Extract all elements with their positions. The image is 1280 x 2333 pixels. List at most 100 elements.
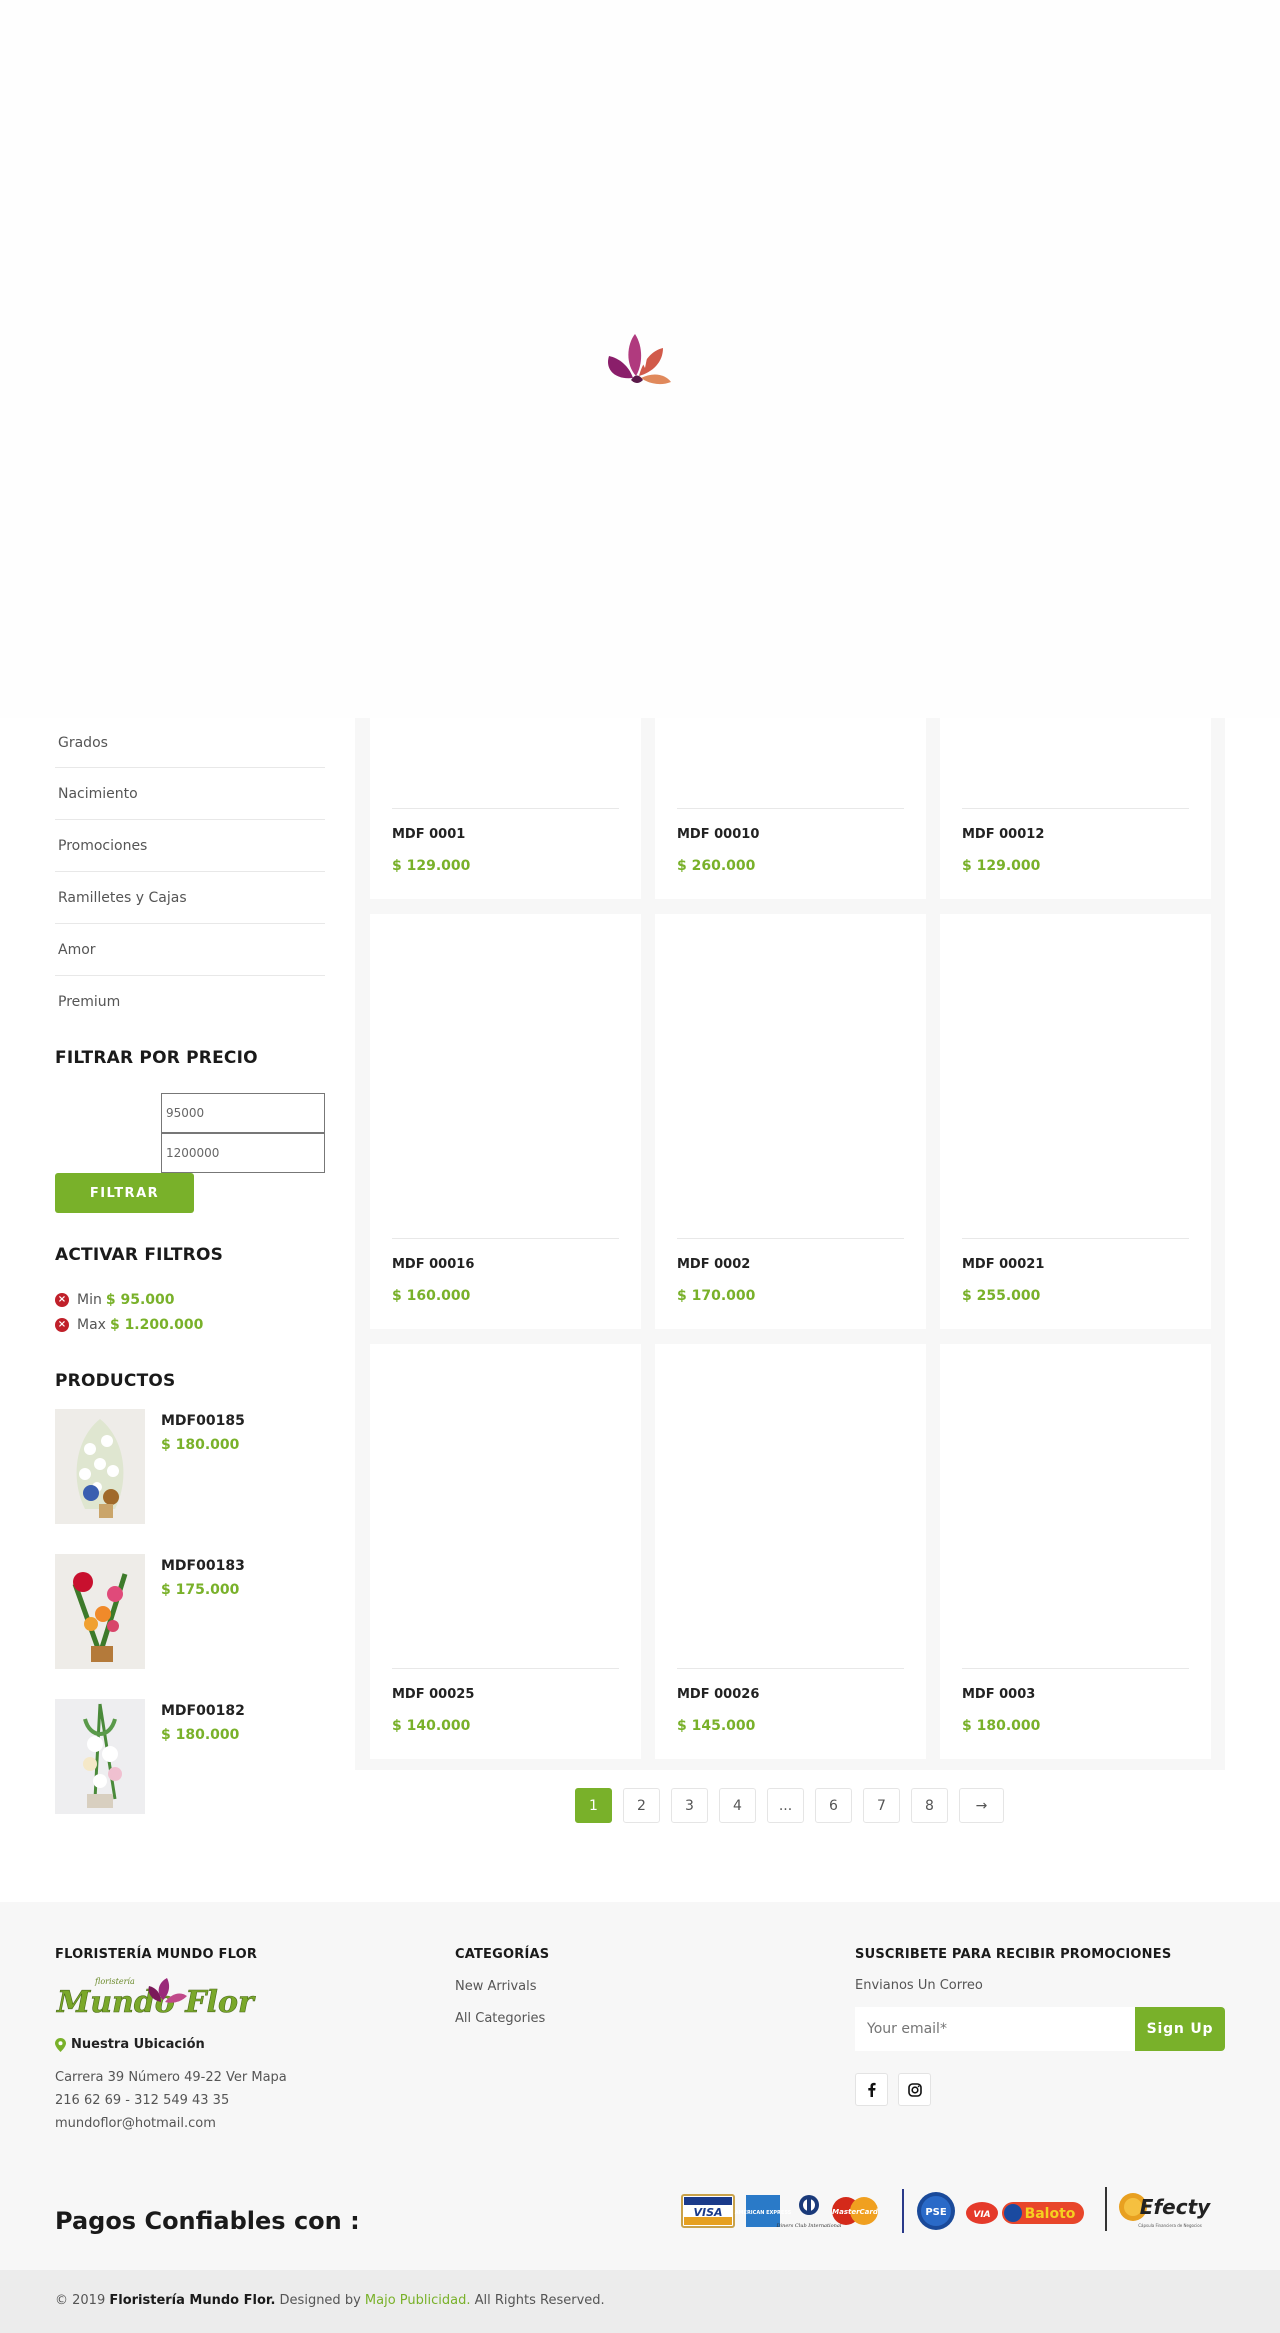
filter-label: Max (77, 1316, 106, 1333)
page-7[interactable]: 7 (863, 1788, 900, 1823)
product-card[interactable]: MDF 00012 $ 129.000 (940, 718, 1211, 899)
location-row: Nuestra Ubicación (55, 2037, 287, 2052)
side-product-item[interactable]: MDF00185 $ 180.000 (55, 1409, 325, 1524)
loading-overlay (0, 0, 1280, 718)
category-item-grados[interactable]: Grados (55, 718, 325, 768)
side-product-name[interactable]: MDF00183 (161, 1558, 245, 1574)
svg-text:MasterCard: MasterCard (832, 2208, 879, 2216)
facebook-icon (868, 2082, 876, 2097)
next-page-button[interactable]: → (959, 1788, 1004, 1823)
price-filter-title: FILTRAR POR PRECIO (55, 1048, 258, 1068)
side-product-price: $ 180.000 (161, 1437, 240, 1453)
product-card[interactable]: MDF 00021 $ 255.000 (940, 914, 1211, 1329)
product-card[interactable]: MDF 00010 $ 260.000 (655, 718, 926, 899)
side-product-item[interactable]: MDF00182 $ 180.000 (55, 1699, 325, 1814)
svg-text:Baloto: Baloto (1025, 2206, 1076, 2222)
side-products-list: MDF00185 $ 180.000 MDF00183 $ 175.000 MD… (55, 1409, 325, 1814)
product-name[interactable]: MDF 00010 (677, 827, 759, 842)
instagram-icon (907, 2082, 922, 2097)
product-price: $ 255.000 (962, 1288, 1041, 1304)
subscribe-title: SUSCRIBETE PARA RECIBIR PROMOCIONES (855, 1947, 1172, 1962)
page-ellipsis: ... (767, 1788, 804, 1823)
baloto-logo: Baloto (1002, 2202, 1084, 2224)
product-name[interactable]: MDF 00012 (962, 827, 1044, 842)
phone-text: 216 62 69 - 312 549 43 35 (55, 2093, 230, 2108)
address-text[interactable]: Carrera 39 Número 49-22 Ver Mapa (55, 2070, 287, 2085)
side-product-item[interactable]: MDF00183 $ 175.000 (55, 1554, 325, 1669)
category-item-amor[interactable]: Amor (55, 924, 325, 976)
products-title: PRODUCTOS (55, 1371, 176, 1391)
copyright-suffix: All Rights Reserved. (474, 2293, 605, 2308)
email-text[interactable]: mundoflor@hotmail.com (55, 2116, 287, 2131)
product-thumbnail[interactable] (55, 1699, 145, 1814)
social-links (855, 2073, 1225, 2106)
product-name[interactable]: MDF 00016 (392, 1257, 474, 1272)
product-grid: MDF 0001 $ 129.000 MDF 00010 $ 260.000 M… (355, 718, 1225, 1770)
product-thumbnail[interactable] (55, 1554, 145, 1669)
product-name[interactable]: MDF 0003 (962, 1687, 1035, 1702)
category-item-promociones[interactable]: Promociones (55, 820, 325, 872)
remove-filter-icon[interactable]: × (55, 1317, 69, 1332)
product-price: $ 129.000 (962, 858, 1041, 874)
page-6[interactable]: 6 (815, 1788, 852, 1823)
email-input[interactable] (855, 2007, 1135, 2051)
product-card[interactable]: MDF 0001 $ 129.000 (370, 718, 641, 899)
active-filter-min: × Min $ 95.000 (55, 1287, 325, 1312)
product-name[interactable]: MDF 00021 (962, 1257, 1044, 1272)
product-name[interactable]: MDF 00025 (392, 1687, 474, 1702)
payments-title: Pagos Confiables con : (55, 2207, 360, 2235)
product-name[interactable]: MDF 0002 (677, 1257, 750, 1272)
sidebar: Grados Nacimiento Promociones Ramilletes… (55, 718, 325, 1844)
active-filter-max: × Max $ 1.200.000 (55, 1312, 325, 1337)
product-price: $ 145.000 (677, 1718, 756, 1734)
copyright-designed-by: Designed by (279, 2293, 361, 2308)
min-price-input[interactable] (161, 1093, 325, 1133)
subscribe-form: Sign Up (855, 2007, 1225, 2051)
page-8[interactable]: 8 (911, 1788, 948, 1823)
product-card[interactable]: MDF 0002 $ 170.000 (655, 914, 926, 1329)
product-card[interactable]: MDF 00025 $ 140.000 (370, 1344, 641, 1759)
product-name[interactable]: MDF 0001 (392, 827, 465, 842)
footer-link-new-arrivals[interactable]: New Arrivals (455, 1979, 549, 1994)
page-1[interactable]: 1 (575, 1788, 612, 1823)
active-filters-list: × Min $ 95.000 × Max $ 1.200.000 (55, 1287, 325, 1337)
product-card[interactable]: MDF 00026 $ 145.000 (655, 1344, 926, 1759)
page-2[interactable]: 2 (623, 1788, 660, 1823)
product-name[interactable]: MDF 00026 (677, 1687, 759, 1702)
footer-link-all-categories[interactable]: All Categories (455, 2011, 549, 2026)
svg-text:AMERICAN EXPRESS: AMERICAN EXPRESS (735, 2210, 792, 2216)
instagram-button[interactable] (898, 2073, 931, 2106)
category-item-premium[interactable]: Premium (55, 976, 325, 1028)
sign-up-button[interactable]: Sign Up (1135, 2007, 1225, 2051)
page-3[interactable]: 3 (671, 1788, 708, 1823)
product-price: $ 170.000 (677, 1288, 756, 1304)
footer-subscribe-column: SUSCRIBETE PARA RECIBIR PROMOCIONES Envi… (855, 1947, 1225, 2106)
side-product-price: $ 180.000 (161, 1727, 240, 1743)
filter-button[interactable]: FILTRAR (55, 1173, 194, 1213)
location-label: Nuestra Ubicación (71, 2037, 205, 2052)
remove-filter-icon[interactable]: × (55, 1292, 69, 1307)
product-price: $ 180.000 (962, 1718, 1041, 1734)
arrow-right-icon: → (975, 1797, 988, 1814)
page-4[interactable]: 4 (719, 1788, 756, 1823)
footer: FLORISTERÍA MUNDO FLOR floristería Mundo… (0, 1902, 1280, 2270)
svg-text:Efecty: Efecty (1140, 2195, 1211, 2219)
side-product-name[interactable]: MDF00185 (161, 1413, 245, 1429)
footer-categories-column: CATEGORÍAS New Arrivals All Categories (455, 1947, 549, 2026)
active-filters-title: ACTIVAR FILTROS (55, 1245, 224, 1265)
copyright-text: © 2019 Floristería Mundo Flor. Designed … (55, 2293, 605, 2308)
designer-link[interactable]: Majo Publicidad. (365, 2293, 471, 2308)
copyright-year: © 2019 (55, 2293, 106, 2308)
copyright-bar: © 2019 Floristería Mundo Flor. Designed … (0, 2270, 1280, 2333)
side-product-name[interactable]: MDF00182 (161, 1703, 245, 1719)
facebook-button[interactable] (855, 2073, 888, 2106)
product-card[interactable]: MDF 0003 $ 180.000 (940, 1344, 1211, 1759)
mundo-flor-logo[interactable]: floristería Mundo Flor (55, 1972, 260, 2022)
max-price-input[interactable] (161, 1133, 325, 1173)
pse-logo: PSE (917, 2192, 955, 2230)
category-item-nacimiento[interactable]: Nacimiento (55, 768, 325, 820)
product-thumbnail[interactable] (55, 1409, 145, 1524)
category-item-ramilletes[interactable]: Ramilletes y Cajas (55, 872, 325, 924)
product-card[interactable]: MDF 00016 $ 160.000 (370, 914, 641, 1329)
via-logo: VIA (966, 2202, 998, 2224)
